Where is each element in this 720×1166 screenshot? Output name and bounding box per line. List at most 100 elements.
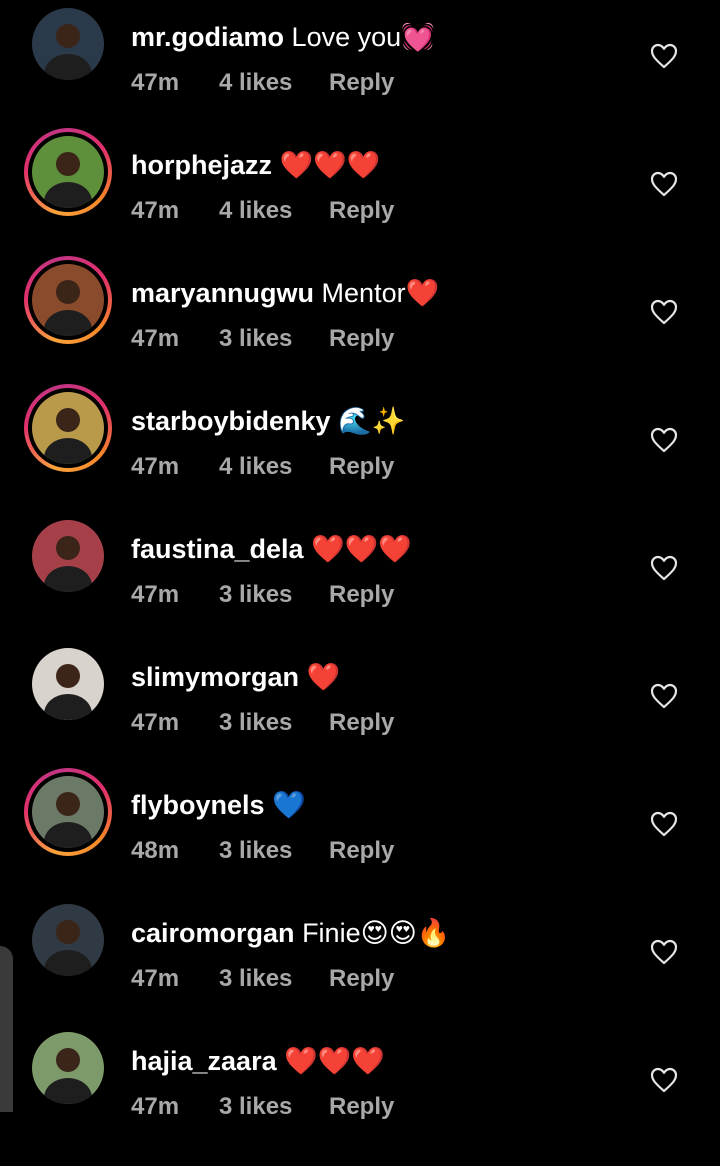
like-button[interactable]: [650, 427, 678, 453]
avatar-image: [32, 776, 104, 848]
avatar-image: [32, 136, 104, 208]
heart-outline-icon: [650, 939, 678, 965]
heart-outline-icon: [650, 427, 678, 453]
comment-emojis: 💓: [401, 22, 435, 53]
comment-content: cairomorgan Finie😍😍🔥: [131, 916, 451, 951]
comment-row: hajia_zaara ❤️❤️❤️ 47m 3 likes Reply: [0, 1032, 720, 1166]
comment-username[interactable]: mr.godiamo: [131, 22, 284, 52]
avatar-image: [32, 264, 104, 336]
comment-timestamp: 47m: [131, 69, 180, 96]
avatar[interactable]: [32, 904, 104, 976]
comment-timestamp: 47m: [131, 965, 180, 992]
comment-timestamp: 47m: [131, 453, 180, 480]
comment-likes-count[interactable]: 4 likes: [219, 196, 292, 226]
comment-row: faustina_dela ❤️❤️❤️ 47m 3 likes Reply: [0, 520, 720, 654]
comment-likes-count[interactable]: 3 likes: [219, 324, 292, 354]
comment-likes-count[interactable]: 3 likes: [219, 1092, 292, 1122]
comment-row: mr.godiamo Love you💓 47m 4 likes Reply: [0, 8, 720, 142]
like-button[interactable]: [650, 299, 678, 325]
comment-content: flyboynels 💙: [131, 788, 306, 823]
comment-likes-count[interactable]: 4 likes: [219, 452, 292, 482]
comment-timestamp: 48m: [131, 837, 180, 864]
comment-likes-count[interactable]: 4 likes: [219, 68, 292, 98]
avatar-image: [32, 520, 104, 592]
avatar-image: [32, 8, 104, 80]
comment-row: horphejazz ❤️❤️❤️ 47m 4 likes Reply: [0, 128, 720, 270]
avatar[interactable]: [24, 256, 112, 344]
comment-emojis: 🌊✨: [338, 406, 406, 437]
comment-text: Finie: [302, 918, 361, 948]
comment-content: hajia_zaara ❤️❤️❤️: [131, 1044, 385, 1079]
comment-timestamp: 47m: [131, 709, 180, 736]
comment-emojis: ❤️: [306, 662, 341, 693]
like-button[interactable]: [650, 171, 678, 197]
comment-row: maryannugwu Mentor❤️ 47m 3 likes Reply: [0, 256, 720, 398]
comment-emojis: 😍😍🔥: [360, 918, 451, 949]
comment-username[interactable]: horphejazz: [131, 150, 272, 180]
like-button[interactable]: [650, 939, 678, 965]
reply-button[interactable]: Reply: [329, 708, 394, 738]
comment-content: mr.godiamo Love you💓: [131, 20, 435, 55]
comment-content: faustina_dela ❤️❤️❤️: [131, 532, 412, 567]
comment-username[interactable]: flyboynels: [131, 790, 265, 820]
avatar[interactable]: [24, 384, 112, 472]
comment-likes-count[interactable]: 3 likes: [219, 708, 292, 738]
heart-outline-icon: [650, 683, 678, 709]
comment-timestamp: 47m: [131, 325, 180, 352]
comment-text: Love you: [291, 22, 402, 52]
avatar-image: [32, 648, 104, 720]
comment-likes-count[interactable]: 3 likes: [219, 964, 292, 994]
reply-button[interactable]: Reply: [329, 68, 394, 98]
avatar[interactable]: [24, 768, 112, 856]
reply-button[interactable]: Reply: [329, 324, 394, 354]
comment-emojis: ❤️: [405, 278, 440, 309]
comment-emojis: ❤️❤️❤️: [284, 1046, 385, 1077]
reply-button[interactable]: Reply: [329, 580, 394, 610]
comment-username[interactable]: hajia_zaara: [131, 1046, 277, 1076]
like-button[interactable]: [650, 555, 678, 581]
comment-emojis: ❤️❤️❤️: [311, 534, 412, 565]
avatar-image: [32, 1032, 104, 1104]
comment-username[interactable]: faustina_dela: [131, 534, 304, 564]
comment-row: flyboynels 💙 48m 3 likes Reply: [0, 768, 720, 910]
like-button[interactable]: [650, 811, 678, 837]
reply-button[interactable]: Reply: [329, 452, 394, 482]
comment-content: horphejazz ❤️❤️❤️: [131, 148, 380, 183]
avatar-image: [32, 904, 104, 976]
comment-content: slimymorgan ❤️: [131, 660, 340, 695]
like-button[interactable]: [650, 683, 678, 709]
comment-likes-count[interactable]: 3 likes: [219, 836, 292, 866]
comment-timestamp: 47m: [131, 581, 180, 608]
avatar[interactable]: [32, 520, 104, 592]
heart-outline-icon: [650, 555, 678, 581]
comment-emojis: 💙: [272, 790, 306, 821]
avatar[interactable]: [24, 128, 112, 216]
heart-outline-icon: [650, 811, 678, 837]
comment-likes-count[interactable]: 3 likes: [219, 580, 292, 610]
like-button[interactable]: [650, 1067, 678, 1093]
heart-outline-icon: [650, 43, 678, 69]
comment-emojis: ❤️❤️❤️: [279, 150, 381, 181]
comment-text: Mentor: [321, 278, 406, 308]
comment-username[interactable]: cairomorgan: [131, 918, 295, 948]
avatar[interactable]: [32, 8, 104, 80]
comment-row: starboybidenky 🌊✨ 47m 4 likes Reply: [0, 384, 720, 526]
reply-button[interactable]: Reply: [329, 1092, 394, 1122]
reply-button[interactable]: Reply: [329, 964, 394, 994]
reply-button[interactable]: Reply: [329, 196, 394, 226]
avatar[interactable]: [32, 648, 104, 720]
reply-button[interactable]: Reply: [329, 836, 394, 866]
heart-outline-icon: [650, 1067, 678, 1093]
heart-outline-icon: [650, 299, 678, 325]
avatar-image: [32, 392, 104, 464]
scroll-handle[interactable]: [0, 946, 13, 1112]
comment-row: cairomorgan Finie😍😍🔥 47m 3 likes Reply: [0, 904, 720, 1038]
like-button[interactable]: [650, 43, 678, 69]
comment-username[interactable]: starboybidenky: [131, 406, 331, 436]
comment-content: starboybidenky 🌊✨: [131, 404, 405, 439]
comment-row: slimymorgan ❤️ 47m 3 likes Reply: [0, 648, 720, 782]
comment-username[interactable]: slimymorgan: [131, 662, 299, 692]
heart-outline-icon: [650, 171, 678, 197]
avatar[interactable]: [32, 1032, 104, 1104]
comment-username[interactable]: maryannugwu: [131, 278, 314, 308]
